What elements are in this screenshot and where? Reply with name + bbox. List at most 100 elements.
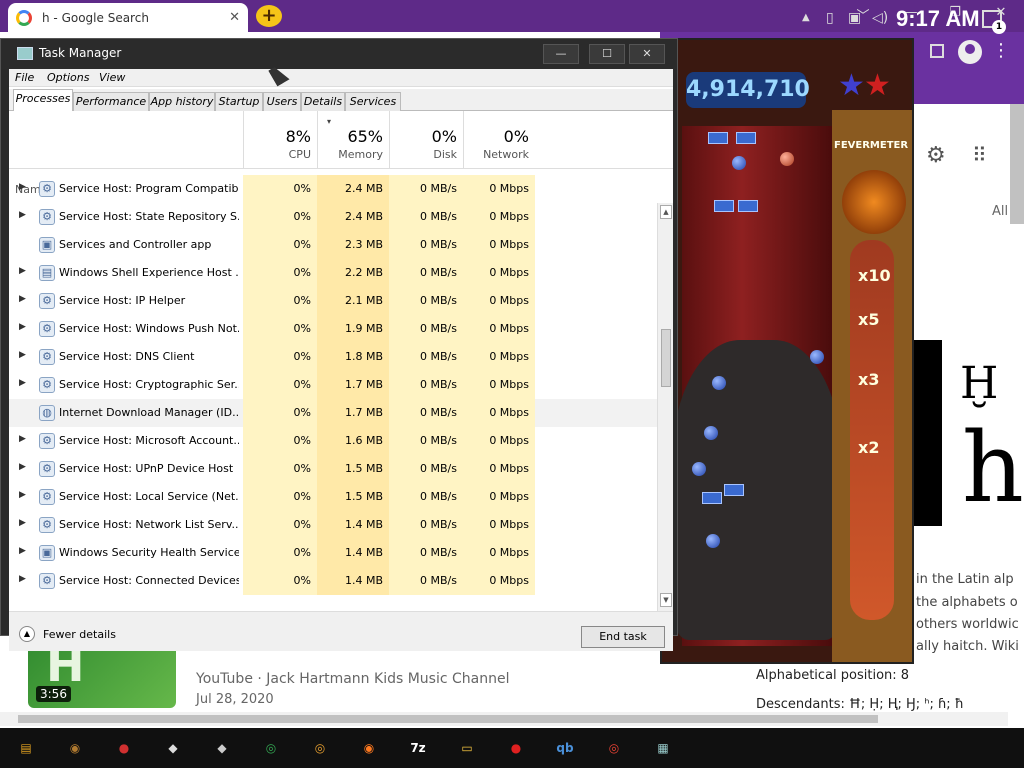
peggle-game-window[interactable]: 4,914,710 ★ ★ FEVERMETER x10 x5 x3 x2 (660, 38, 914, 664)
end-task-button[interactable]: End task (581, 626, 665, 648)
chrome-app-2-icon[interactable]: ◎ (602, 736, 626, 760)
column-cpu[interactable]: 8% CPU (243, 111, 317, 169)
process-row[interactable]: ▶ ⚙ Service Host: DNS Client 0% 1.8 MB 0 MB/s… (9, 343, 657, 371)
process-row[interactable]: ▶ ⚙ Service Host: IP Helper 0% 2.1 MB 0 MB/s 0… (9, 287, 657, 315)
scrollbar-thumb[interactable] (661, 329, 671, 387)
process-row[interactable]: ◍ Internet Download Manager (ID... 0% 1.7 M… (9, 399, 657, 427)
expand-chevron-icon[interactable]: ▶ (19, 294, 26, 304)
taskbar-clock[interactable]: 9:17 AM (896, 6, 980, 32)
process-row[interactable]: ▶ ⚙ Service Host: Cryptographic Ser... 0% 1.… (9, 371, 657, 399)
column-headers: 8% CPU 65% Memory 0% Disk 0% Network (9, 111, 673, 169)
side-panel-icon[interactable] (930, 44, 944, 58)
chrome-canary-app-icon[interactable]: ◎ (308, 736, 332, 760)
process-row[interactable]: ▶ ▣ Windows Security Health Service 0% 1.4 M… (9, 539, 657, 567)
file-explorer-app-icon[interactable]: ▭ (455, 736, 479, 760)
settings-gear-icon[interactable]: ⚙ (926, 143, 946, 168)
menu-options[interactable]: Options (47, 71, 89, 84)
tablet-icon[interactable]: ▯ (826, 10, 834, 26)
maximize-button[interactable]: ☐ (589, 44, 625, 64)
search-tab-all[interactable]: All (992, 204, 1008, 219)
menu-file[interactable]: File (15, 71, 34, 84)
menu-kebab-icon[interactable]: ⋮ (992, 40, 1010, 61)
network-icon[interactable]: ▣ (848, 10, 861, 26)
expand-chevron-icon[interactable]: ▶ (19, 434, 26, 444)
google-apps-icon[interactable]: ⠿ (972, 143, 987, 167)
expand-chevron-icon[interactable]: ▶ (19, 378, 26, 388)
process-row[interactable]: ▣ Services and Controller app 0% 2.3 MB 0 MB… (9, 231, 657, 259)
minimize-button[interactable]: — (543, 44, 579, 64)
process-row[interactable]: ▶ ⚙ Service Host: Microsoft Account... 0% 1.… (9, 427, 657, 455)
tab-users[interactable]: Users (263, 92, 301, 111)
column-disk[interactable]: 0% Disk (389, 111, 463, 169)
peg-brick (738, 200, 758, 212)
tab-details[interactable]: Details (301, 92, 345, 111)
process-name: Service Host: Connected Devices... (59, 574, 239, 587)
process-list-scrollbar[interactable]: ▲ ▼ (657, 203, 673, 611)
process-row[interactable]: ▶ ⚙ Service Host: Windows Push Not... 0% 1.9… (9, 315, 657, 343)
sort-arrow-icon: ▾ (327, 117, 332, 126)
process-row[interactable]: ▶ ⚙ Service Host: Network List Serv... 0% 1.… (9, 511, 657, 539)
expand-chevron-icon[interactable]: ▶ (19, 574, 26, 584)
expand-chevron-icon[interactable]: ▶ (19, 266, 26, 276)
profile-avatar[interactable] (958, 40, 982, 64)
scroll-up-icon[interactable]: ▲ (660, 205, 672, 219)
volume-icon[interactable]: ◁) (872, 10, 888, 26)
tab-performance[interactable]: Performance (73, 92, 149, 111)
close-button[interactable]: ✕ (629, 44, 665, 64)
close-icon[interactable]: ✕ (229, 10, 240, 25)
process-row[interactable]: ▶ ⚙ Service Host: Local Service (Net... 0% 1… (9, 483, 657, 511)
menu-view[interactable]: View (99, 71, 125, 84)
tab-services[interactable]: Services (345, 92, 401, 111)
process-cpu-value: 0% (243, 343, 317, 371)
tray-overflow-icon[interactable]: ▲ (802, 12, 810, 23)
expand-chevron-icon[interactable]: ▶ (19, 462, 26, 472)
qbittorrent-app-icon[interactable]: qb (553, 736, 577, 760)
process-memory-value: 2.3 MB (317, 231, 389, 259)
task-manager-titlebar[interactable]: Task Manager — ☐ ✕ (1, 39, 677, 69)
video-source[interactable]: YouTube · Jack Hartmann Kids Music Chann… (196, 671, 509, 687)
expand-chevron-icon[interactable]: ▶ (19, 546, 26, 556)
scroll-down-icon[interactable]: ▼ (660, 593, 672, 607)
chrome-app-icon[interactable]: ◎ (259, 736, 283, 760)
task-manager-body: File Options View Processes Performance … (9, 69, 673, 651)
expand-chevron-icon[interactable]: ▶ (19, 518, 26, 528)
firefox-app-icon[interactable]: ◉ (357, 736, 381, 760)
horizontal-scrollbar[interactable] (0, 712, 1008, 726)
red-character-app-icon[interactable]: ● (112, 736, 136, 760)
new-tab-button[interactable]: + (256, 5, 282, 27)
chrome-tab-active[interactable]: h - Google Search ✕ (8, 3, 248, 32)
fewer-details-button[interactable]: ▲ Fewer details (19, 626, 116, 642)
expand-chevron-icon[interactable]: ▶ (19, 182, 26, 192)
tab-app-history[interactable]: App history (149, 92, 215, 111)
process-disk-value: 0 MB/s (389, 371, 463, 399)
wiki-description-line[interactable]: ally haitch. Wiki (916, 639, 1019, 654)
expand-chevron-icon[interactable]: ▶ (19, 490, 26, 500)
expand-chevron-icon[interactable]: ▶ (19, 322, 26, 332)
process-row[interactable]: ▶ ⚙ Service Host: UPnP Device Host 0% 1.5 MB… (9, 455, 657, 483)
process-name: Service Host: State Repository S... (59, 210, 239, 223)
process-row[interactable]: ▶ ⚙ Service Host: Program Compatibi... 0% 2.… (9, 175, 657, 203)
scrollbar-thumb[interactable] (18, 715, 878, 723)
vertical-scrollbar-thumb[interactable] (1010, 104, 1024, 224)
notification-count-badge: 1 (992, 20, 1006, 34)
process-memory-value: 1.9 MB (317, 315, 389, 343)
task-manager-app-icon[interactable]: ▦ (651, 736, 675, 760)
peggle-unicorn-app-icon[interactable]: ◆ (161, 736, 185, 760)
peggle-app-2-icon[interactable]: ◆ (210, 736, 234, 760)
column-network[interactable]: 0% Network (463, 111, 535, 169)
winrar-app-icon[interactable]: ▤ (14, 736, 38, 760)
process-cpu-value: 0% (243, 315, 317, 343)
tab-startup[interactable]: Startup (215, 92, 263, 111)
recorder-app-icon[interactable]: ● (504, 736, 528, 760)
monkey-game-app-icon[interactable]: ◉ (63, 736, 87, 760)
7zip-app-icon[interactable]: 7z (406, 736, 430, 760)
expand-chevron-icon[interactable]: ▶ (19, 350, 26, 360)
process-row[interactable]: ▶ ⚙ Service Host: State Repository S... 0% 2… (9, 203, 657, 231)
expand-chevron-icon[interactable]: ▶ (19, 210, 26, 220)
process-row[interactable]: ▶ ⚙ Service Host: Connected Devices... 0% 1.… (9, 567, 657, 595)
process-disk-value: 0 MB/s (389, 455, 463, 483)
tab-processes[interactable]: Processes (13, 89, 73, 112)
process-name: Service Host: Local Service (Net... (59, 490, 239, 503)
wiki-description-line: in the Latin alp (916, 572, 1014, 587)
process-row[interactable]: ▶ ▤ Windows Shell Experience Host ... 0% 2.2… (9, 259, 657, 287)
